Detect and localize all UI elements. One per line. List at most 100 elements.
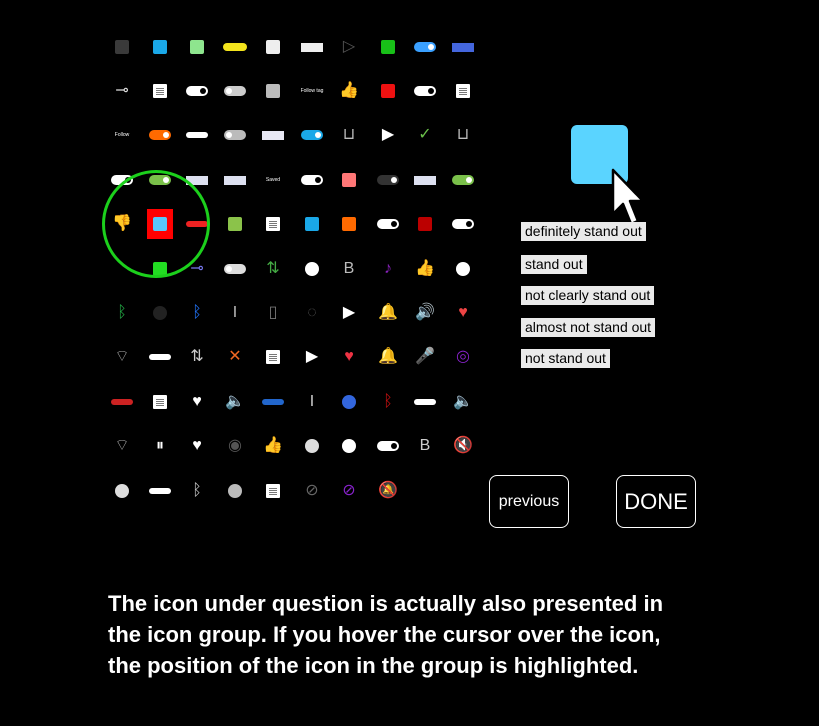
icon-cell[interactable]: ⊘ <box>327 469 371 513</box>
white-blue-bar-icon <box>224 175 246 185</box>
white-label-bar-icon <box>301 42 323 52</box>
thumbs-up-icon: 👍 <box>339 82 359 99</box>
b-box-icon: B <box>343 260 355 277</box>
document-icon <box>266 350 280 364</box>
icon-cell[interactable] <box>251 69 295 113</box>
icon-cell[interactable] <box>251 469 295 513</box>
orange-square-icon <box>342 217 356 231</box>
option-not-clearly-stand-out[interactable]: not clearly stand out <box>521 286 655 305</box>
sync-icon: ⇅ <box>266 260 280 277</box>
heart-icon: ♥ <box>344 348 354 365</box>
instruction-line: the icon group. If you hover the cursor … <box>108 622 661 647</box>
checkmark-icon: ✓ <box>418 126 432 143</box>
dark-gray-square-icon <box>115 40 129 54</box>
dark-toggle-icon <box>377 175 399 185</box>
icon-cell[interactable] <box>327 424 371 468</box>
icon-cell[interactable] <box>441 25 485 69</box>
small-text-label-icon: Saved <box>265 177 281 183</box>
icon-cell[interactable]: 👍 <box>327 69 371 113</box>
close-icon: ✕ <box>228 348 242 365</box>
icon-cell[interactable] <box>441 158 485 202</box>
b-box-icon: B <box>419 437 431 454</box>
document-icon <box>153 84 167 98</box>
dark-toggle-icon <box>414 86 436 96</box>
icon-cell[interactable] <box>251 113 295 157</box>
red-save-button-icon <box>111 399 133 405</box>
icon-cell[interactable] <box>327 202 371 246</box>
instructions-text: The icon under question is actually also… <box>108 588 748 681</box>
icon-cell[interactable] <box>327 158 371 202</box>
blue-toggle-icon <box>301 130 323 140</box>
icon-cell[interactable] <box>251 380 295 424</box>
icon-cell[interactable] <box>327 380 371 424</box>
white-circle-icon <box>456 262 470 276</box>
document-icon <box>266 484 280 498</box>
white-toggle-icon <box>301 175 323 185</box>
white-label-bar-icon <box>149 488 171 494</box>
volume-mute-icon: 🔇 <box>453 437 473 454</box>
dark-toggle-icon <box>377 441 399 451</box>
play-icon: ▶ <box>381 126 395 143</box>
bluetooth-icon: ᛒ <box>192 304 202 321</box>
green-toggle-icon <box>452 175 474 185</box>
orange-toggle-icon <box>149 130 171 140</box>
icon-cell[interactable] <box>441 202 485 246</box>
document-icon <box>266 217 280 231</box>
icon-cell[interactable] <box>251 202 295 246</box>
heart-icon: ♥ <box>458 304 468 321</box>
u-box-icon: ⊔ <box>456 126 470 143</box>
icon-cell[interactable]: 👍 <box>251 424 295 468</box>
highlighted-icon-marker[interactable] <box>147 209 173 239</box>
bluetooth-icon: ᛒ <box>192 482 202 499</box>
icon-cell[interactable] <box>441 69 485 113</box>
white-label-bar-icon <box>414 399 436 405</box>
blue-circle-icon <box>342 395 356 409</box>
heart-icon: ♥ <box>192 393 202 410</box>
gray-square-icon <box>266 84 280 98</box>
icon-cell[interactable] <box>251 335 295 379</box>
bell-icon: 🔔 <box>378 304 398 321</box>
bluetooth-icon: ᛒ <box>383 393 393 410</box>
white-label-bar-icon <box>149 354 171 360</box>
icon-cell[interactable]: ◎ <box>441 335 485 379</box>
icon-cell[interactable] <box>251 25 295 69</box>
icon-cell[interactable]: ♥ <box>441 291 485 335</box>
red-square-icon <box>381 84 395 98</box>
option-almost-not-stand-out[interactable]: almost not stand out <box>521 318 656 337</box>
icon-cell[interactable]: ♥ <box>327 335 371 379</box>
icon-cell[interactable] <box>441 247 485 291</box>
icon-cell[interactable]: ▶ <box>327 291 371 335</box>
sync-icon: ⇅ <box>190 348 204 365</box>
icon-cell[interactable]: ⊔ <box>441 113 485 157</box>
icon-cell[interactable]: 🔇 <box>441 424 485 468</box>
icon-cell[interactable]: ▯ <box>251 291 295 335</box>
blue-white-bar-icon <box>452 42 474 52</box>
bell-off-icon: 🔕 <box>378 482 398 499</box>
option-definitely-stand-out[interactable]: definitely stand out <box>521 222 646 241</box>
icon-cell[interactable]: ⇅ <box>251 247 295 291</box>
icon-cell[interactable]: ⊔ <box>327 113 371 157</box>
heart-circle-icon <box>115 484 129 498</box>
icon-cell[interactable]: 🔕 <box>366 469 410 513</box>
light-green-square-icon <box>190 40 204 54</box>
pause-icon: ⏸ <box>155 437 164 454</box>
eye-off-icon: ⊘ <box>305 482 319 499</box>
icon-cell[interactable]: B <box>327 247 371 291</box>
done-button[interactable]: DONE <box>616 475 696 528</box>
bell-icon: 🔔 <box>378 348 398 365</box>
play-circle-icon: ▶ <box>342 304 356 321</box>
mic-circle-icon: ◎ <box>456 348 470 365</box>
white-blue-bar-icon <box>262 130 284 140</box>
option-not-stand-out[interactable]: not stand out <box>521 349 610 368</box>
option-stand-out[interactable]: stand out <box>521 255 587 274</box>
icon-cell[interactable]: Saved <box>251 158 295 202</box>
previous-button[interactable]: previous <box>489 475 569 528</box>
volume-icon: 🔈 <box>225 393 245 410</box>
white-circle-icon <box>342 439 356 453</box>
eye-icon: ◉ <box>228 437 242 454</box>
green-square-icon <box>381 40 395 54</box>
icon-cell[interactable]: 🔈 <box>441 380 485 424</box>
play-circle-icon: ▶ <box>305 348 319 365</box>
instruction-line: the position of the icon in the group is… <box>108 653 639 678</box>
icon-cell[interactable]: ▷ <box>327 25 371 69</box>
